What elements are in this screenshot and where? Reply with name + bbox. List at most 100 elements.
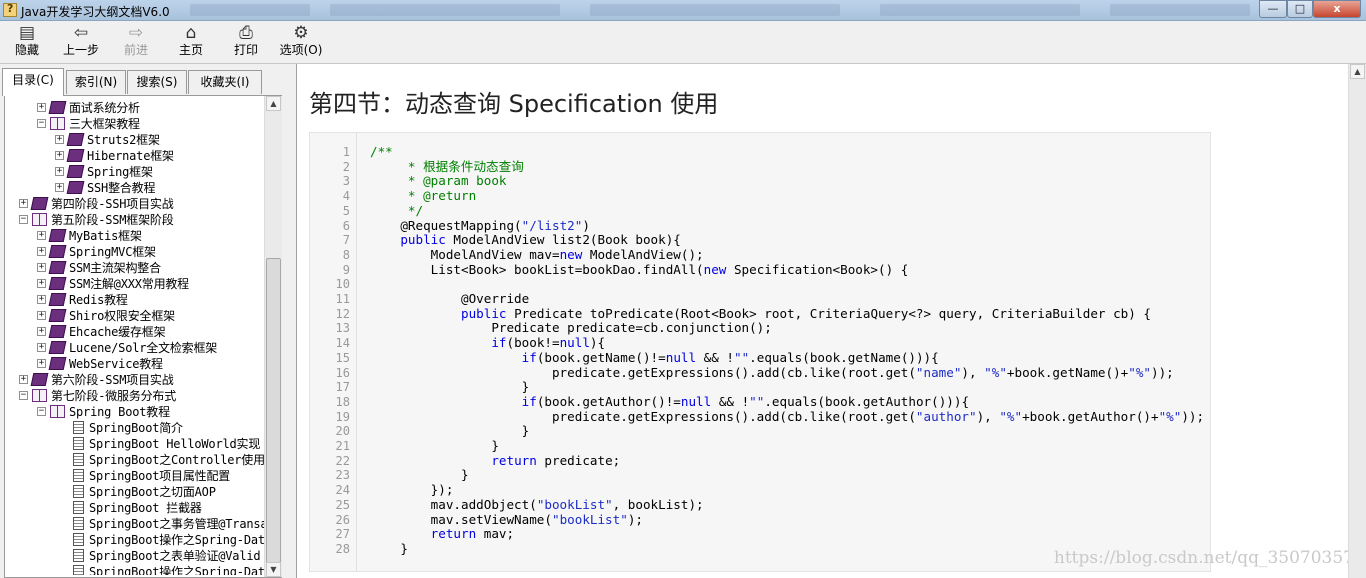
expand-icon[interactable]: + xyxy=(37,327,46,336)
line-number: 20 xyxy=(335,424,350,439)
tree-topic[interactable]: SpringBoot HelloWorld实现 xyxy=(9,436,265,452)
tree-node[interactable]: + SpringMVC框架 xyxy=(9,244,265,260)
expand-icon[interactable]: + xyxy=(37,231,46,240)
expand-icon[interactable]: + xyxy=(37,343,46,352)
code-line: return predicate; xyxy=(491,452,621,468)
tree-topic[interactable]: SpringBoot 拦截器 xyxy=(9,500,265,516)
tree-topic[interactable]: SpringBoot之表单验证@Valid xyxy=(9,548,265,564)
tree-node[interactable]: + Redis教程 xyxy=(9,292,265,308)
tree-node[interactable]: + Ehcache缓存框架 xyxy=(9,324,265,340)
expand-icon[interactable]: + xyxy=(37,103,46,112)
home-button[interactable]: ⌂ 主页 xyxy=(166,23,216,61)
expand-icon[interactable]: + xyxy=(37,263,46,272)
tree-topic[interactable]: SpringBoot简介 xyxy=(9,420,265,436)
print-button[interactable]: ⎙ 打印 xyxy=(221,23,271,61)
tree-topic[interactable]: SpringBoot项目属性配置 xyxy=(9,468,265,484)
tree-topic[interactable]: SpringBoot之事务管理@Transact xyxy=(9,516,265,532)
forward-button[interactable]: ⇨ 前进 xyxy=(111,23,161,61)
expand-icon[interactable]: + xyxy=(37,247,46,256)
tree-node[interactable]: − 第五阶段-SSM框架阶段 xyxy=(9,212,265,228)
background-tab-ghost xyxy=(330,4,560,16)
tab-index[interactable]: 索引(N) xyxy=(66,70,126,94)
tree-node[interactable]: + 第六阶段-SSM项目实战 xyxy=(9,372,265,388)
tree-node[interactable]: + SSM注解@XXX常用教程 xyxy=(9,276,265,292)
line-number: 1 xyxy=(342,145,350,159)
tree-topic[interactable]: SpringBoot操作之Spring-Data-J xyxy=(9,564,265,575)
expand-icon[interactable]: + xyxy=(55,183,64,192)
tree-node[interactable]: + Shiro权限安全框架 xyxy=(9,308,265,324)
contents-panel: + 面试系统分析 − 三大框架教程 + Struts2框架 + Hibernate框架 + Spr… xyxy=(4,95,282,578)
tree-node[interactable]: + SSM主流架构整合 xyxy=(9,260,265,276)
back-button[interactable]: ⇦ 上一步 xyxy=(56,23,106,61)
code-line: @Override xyxy=(370,291,530,306)
tree-node-label: Spring Boot教程 xyxy=(69,405,170,419)
collapse-icon[interactable]: − xyxy=(37,119,46,128)
closed-book-icon xyxy=(48,325,67,338)
expand-icon[interactable]: + xyxy=(37,295,46,304)
line-number: 16 xyxy=(335,365,350,380)
tree-node[interactable]: + MyBatis框架 xyxy=(9,228,265,244)
code-line: } xyxy=(370,423,530,439)
tree-node-label: SpringBoot之Controller使用 xyxy=(89,453,265,467)
tab-search[interactable]: 搜索(S) xyxy=(127,70,187,94)
line-number: 6 xyxy=(342,218,350,233)
tree-node-label: SpringBoot 拦截器 xyxy=(89,501,202,515)
expand-icon[interactable]: + xyxy=(55,135,64,144)
hide-button[interactable]: ▤ 隐藏 xyxy=(2,23,52,61)
tree-topic[interactable]: SpringBoot之Controller使用 xyxy=(9,452,265,468)
line-number: 22 xyxy=(335,453,350,468)
tree-node[interactable]: + Struts2框架 xyxy=(9,132,265,148)
scroll-up-icon[interactable]: ▲ xyxy=(266,96,281,111)
expand-icon[interactable]: + xyxy=(37,359,46,368)
code-line: * @param book xyxy=(370,173,507,189)
help-app-icon xyxy=(3,2,17,17)
scroll-up-icon[interactable]: ▲ xyxy=(1350,64,1365,79)
tree-node[interactable]: + 面试系统分析 xyxy=(9,100,265,116)
code-line: } xyxy=(370,379,530,395)
back-label: 上一步 xyxy=(62,43,99,57)
tree-topic[interactable]: SpringBoot操作之Spring-Data-J xyxy=(9,532,265,548)
scroll-down-icon[interactable]: ▼ xyxy=(266,562,281,577)
tree-topic[interactable]: SpringBoot之切面AOP xyxy=(9,484,265,500)
code-line: public Predicate toPredicate(Root<Book> … xyxy=(461,305,1151,321)
tree-node[interactable]: − 三大框架教程 xyxy=(9,116,265,132)
options-button[interactable]: ⚙ 选项(O) xyxy=(276,23,326,61)
tree-node[interactable]: + WebService教程 xyxy=(9,356,265,372)
hide-icon: ▤ xyxy=(18,23,36,43)
expand-icon[interactable]: + xyxy=(19,199,28,208)
tree-node[interactable]: + Hibernate框架 xyxy=(9,148,265,164)
code-line: * @return xyxy=(370,188,477,204)
page-icon xyxy=(73,485,84,498)
closed-book-icon xyxy=(48,101,67,114)
closed-book-icon xyxy=(48,277,67,290)
minimize-button[interactable]: — xyxy=(1259,0,1287,18)
collapse-icon[interactable]: − xyxy=(37,407,46,416)
collapse-icon[interactable]: − xyxy=(19,215,28,224)
tab-favorites[interactable]: 收藏夹(I) xyxy=(188,70,262,94)
title-bar: Java开发学习大纲文档V6.0 — □ x xyxy=(0,0,1366,21)
line-number: 13 xyxy=(335,321,350,336)
collapse-icon[interactable]: − xyxy=(19,391,28,400)
expand-icon[interactable]: + xyxy=(55,167,64,176)
content-scrollbar[interactable]: ▲ xyxy=(1348,64,1366,578)
tree-node[interactable]: + Spring框架 xyxy=(9,164,265,180)
tree-node[interactable]: + Lucene/Solr全文检索框架 xyxy=(9,340,265,356)
maximize-button[interactable]: □ xyxy=(1287,0,1313,18)
expand-icon[interactable]: + xyxy=(55,151,64,160)
code-line: */ xyxy=(370,202,424,218)
printer-icon: ⎙ xyxy=(239,23,253,43)
toolbar: ▤ 隐藏 ⇦ 上一步 ⇨ 前进 ⌂ 主页 ⎙ 打印 ⚙ 选项(O) xyxy=(0,21,1366,64)
close-button[interactable]: x xyxy=(1313,0,1361,18)
tab-contents[interactable]: 目录(C) xyxy=(2,68,64,96)
tree-scrollbar[interactable]: ▲ ▼ xyxy=(264,96,282,577)
tree-node-label: Redis教程 xyxy=(69,293,128,307)
tree-node[interactable]: + SSH整合教程 xyxy=(9,180,265,196)
expand-icon[interactable]: + xyxy=(37,311,46,320)
expand-icon[interactable]: + xyxy=(19,375,28,384)
line-number: 25 xyxy=(335,497,350,512)
scroll-thumb[interactable] xyxy=(266,258,281,563)
tree-node[interactable]: − 第七阶段-微服务分布式 xyxy=(9,388,265,404)
expand-icon[interactable]: + xyxy=(37,279,46,288)
tree-node[interactable]: − Spring Boot教程 xyxy=(9,404,265,420)
tree-node[interactable]: + 第四阶段-SSH项目实战 xyxy=(9,196,265,212)
